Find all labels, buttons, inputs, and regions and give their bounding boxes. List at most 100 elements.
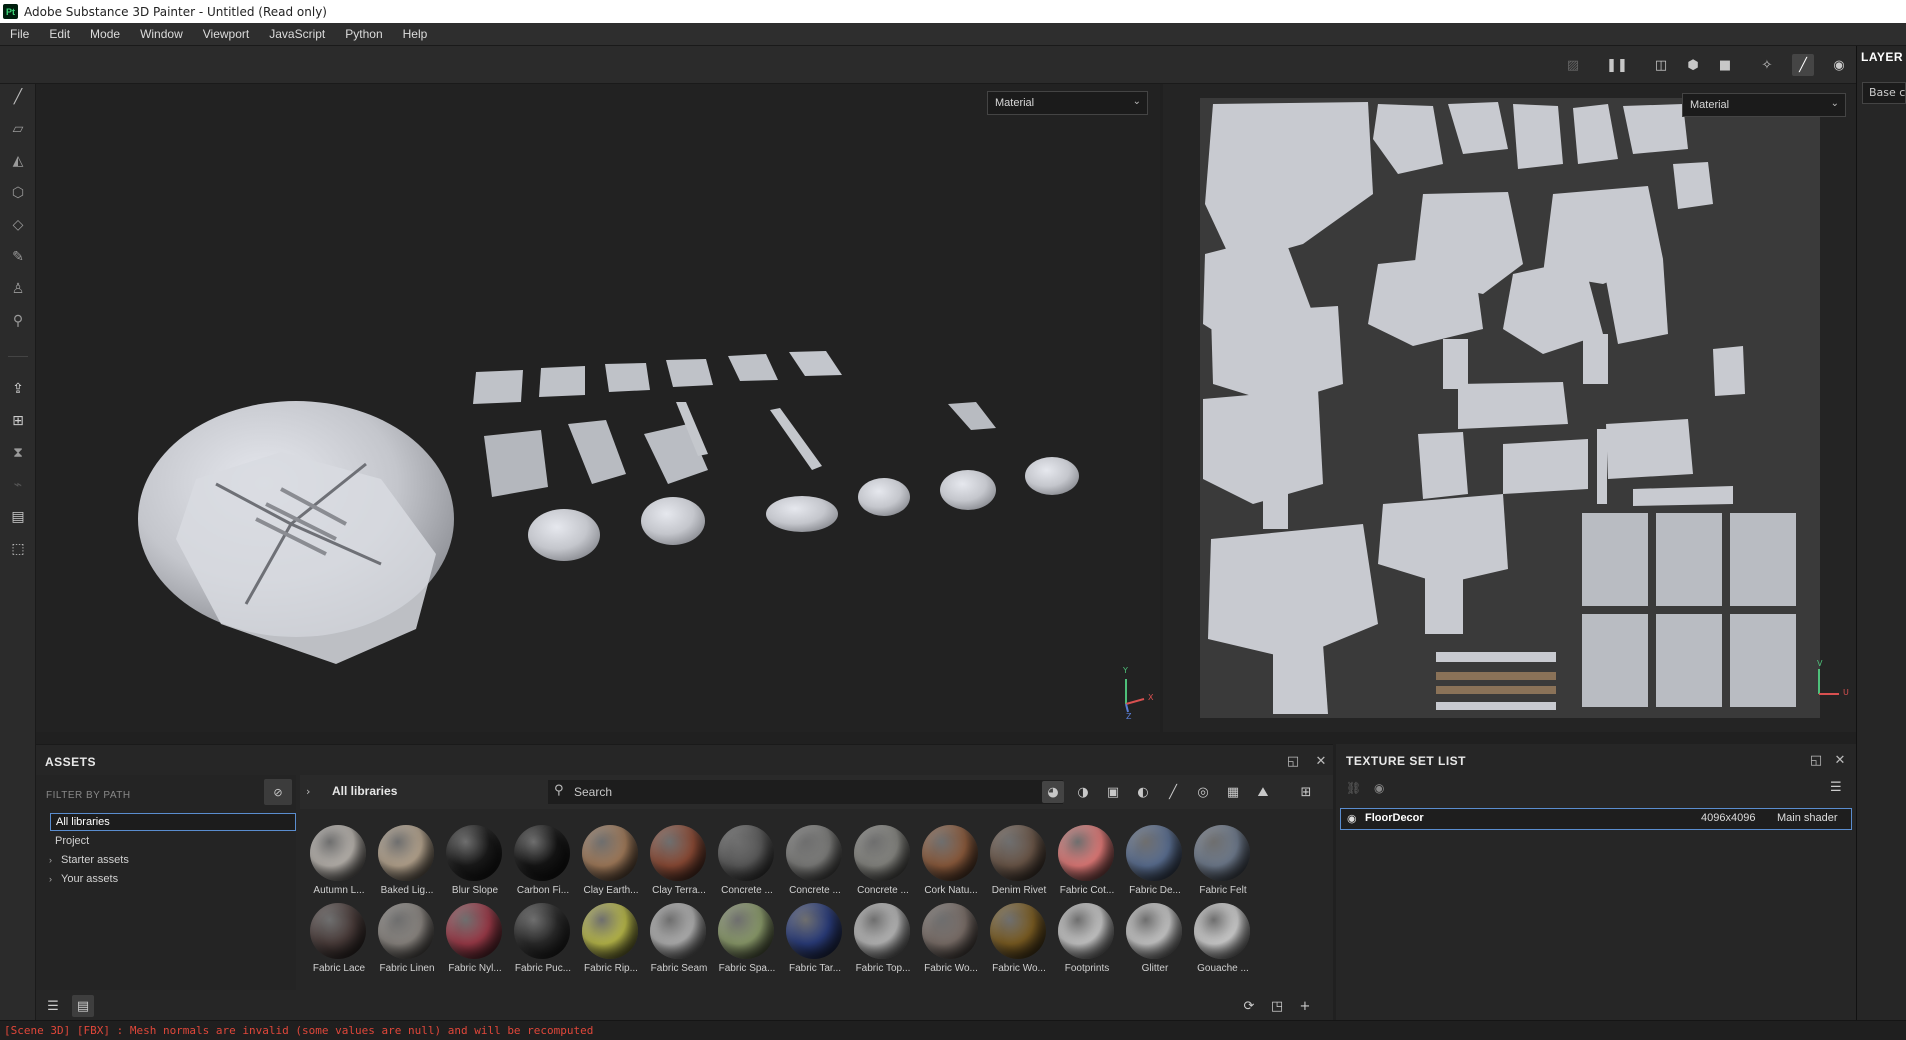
asset-tile[interactable]: Fabric Lace: [304, 903, 370, 979]
undock-icon[interactable]: ◱: [1808, 752, 1824, 768]
grid-view-icon[interactable]: ⊞: [1295, 781, 1317, 803]
camera-video-icon[interactable]: ■: [1714, 54, 1736, 76]
bake-icon[interactable]: ⊞: [7, 410, 29, 432]
axis-x-label: X: [1148, 693, 1154, 702]
paint-brush-icon[interactable]: ╱: [7, 86, 29, 108]
geometry-mask-icon[interactable]: ◇: [7, 214, 29, 236]
asset-tile[interactable]: Fabric Rip...: [576, 903, 642, 979]
undock-icon[interactable]: ◱: [1285, 753, 1301, 769]
asset-tile[interactable]: Concrete ...: [848, 825, 914, 901]
search-input[interactable]: Search: [548, 780, 1063, 804]
menu-mode[interactable]: Mode: [80, 27, 130, 41]
asset-tile[interactable]: Fabric Cot...: [1052, 825, 1118, 901]
close-icon[interactable]: ✕: [1313, 753, 1329, 769]
viewport-2d[interactable]: V U Material ⌄: [1163, 84, 1856, 732]
eye-icon[interactable]: ◉: [1347, 812, 1357, 825]
cube-view-icon[interactable]: ⬢: [1682, 54, 1704, 76]
asset-tile[interactable]: Carbon Fi...: [508, 825, 574, 901]
asset-tile[interactable]: Fabric Tar...: [780, 903, 846, 979]
document-icon[interactable]: ▤: [7, 506, 29, 528]
clone-stamp-icon[interactable]: ♙: [7, 278, 29, 300]
asset-tile[interactable]: Footprints: [1052, 903, 1118, 979]
chevron-right-icon[interactable]: ›: [306, 785, 310, 798]
asset-tile[interactable]: Glitter: [1120, 903, 1186, 979]
filter-particles-icon[interactable]: ◎: [1192, 781, 1214, 803]
asset-name: Fabric Cot...: [1059, 885, 1115, 896]
menu-window[interactable]: Window: [130, 27, 193, 41]
smudge-icon[interactable]: ✎: [7, 246, 29, 268]
base-material-select[interactable]: Base c: [1862, 82, 1906, 104]
filter-textures-icon[interactable]: ▦: [1222, 781, 1244, 803]
refresh-icon[interactable]: ⟳: [1238, 995, 1260, 1017]
menu-icon[interactable]: ☰: [1830, 780, 1842, 795]
eraser-icon[interactable]: ▱: [7, 118, 29, 140]
asset-tile[interactable]: Baked Lig...: [372, 825, 438, 901]
chevron-right-icon[interactable]: ›: [49, 855, 61, 865]
layers-tab[interactable]: LAYER: [1861, 50, 1906, 64]
filter-filters-icon[interactable]: ◐: [1132, 781, 1154, 803]
menu-viewport[interactable]: Viewport: [193, 27, 259, 41]
split-view-icon[interactable]: ◫: [1650, 54, 1672, 76]
asset-tile[interactable]: Fabric Wo...: [916, 903, 982, 979]
link-icon[interactable]: ⛓: [1346, 781, 1361, 795]
add-icon[interactable]: +: [1294, 995, 1316, 1017]
asset-tile[interactable]: Fabric De...: [1120, 825, 1186, 901]
menu-python[interactable]: Python: [335, 27, 392, 41]
asset-tile[interactable]: Fabric Nyl...: [440, 903, 506, 979]
asset-tile[interactable]: Fabric Wo...: [984, 903, 1050, 979]
menu-javascript[interactable]: JavaScript: [259, 27, 335, 41]
asset-tile[interactable]: Fabric Seam: [644, 903, 710, 979]
asset-tile[interactable]: Cork Natu...: [916, 825, 982, 901]
library-label: Your assets: [61, 873, 119, 885]
asset-tile[interactable]: Fabric Felt: [1188, 825, 1254, 901]
asset-name: Fabric Seam: [650, 963, 708, 974]
tree-view-icon[interactable]: ▤: [72, 995, 94, 1017]
texture-set-row[interactable]: ◉ FloorDecor 4096x4096 Main shader: [1340, 808, 1852, 830]
new-window-icon[interactable]: ◳: [1266, 995, 1288, 1017]
library-project[interactable]: Project: [55, 832, 89, 850]
list-view-icon[interactable]: ☰: [42, 995, 64, 1017]
library-your-assets[interactable]: › Your assets: [49, 870, 118, 888]
viewport-3d[interactable]: Y X Z Material ⌄: [36, 84, 1160, 732]
polygon-fill-icon[interactable]: ⬡: [7, 182, 29, 204]
asset-tile[interactable]: Fabric Linen: [372, 903, 438, 979]
hourglass-icon[interactable]: ⧗: [7, 442, 29, 464]
asset-tile[interactable]: Gouache ...: [1188, 903, 1254, 979]
close-icon[interactable]: ✕: [1832, 752, 1848, 768]
asset-tile[interactable]: Concrete ...: [780, 825, 846, 901]
filter-smart-materials-icon[interactable]: ◑: [1072, 781, 1094, 803]
filter-materials-icon[interactable]: ◕: [1042, 781, 1064, 803]
asset-tile[interactable]: Blur Slope: [440, 825, 506, 901]
asset-tile[interactable]: Denim Rivet: [984, 825, 1050, 901]
projection-icon[interactable]: ◭: [7, 150, 29, 172]
asset-tile[interactable]: Clay Earth...: [576, 825, 642, 901]
color-picker-icon[interactable]: ⚲: [7, 310, 29, 332]
eye-icon[interactable]: ◉: [1374, 781, 1384, 795]
asset-tile[interactable]: Fabric Puc...: [508, 903, 574, 979]
menu-file[interactable]: File: [0, 27, 39, 41]
menu-edit[interactable]: Edit: [39, 27, 80, 41]
asset-tile[interactable]: Fabric Spa...: [712, 903, 778, 979]
filter-visibility-button[interactable]: ⊘: [264, 779, 292, 805]
chevron-right-icon[interactable]: ›: [49, 874, 61, 884]
iray-icon[interactable]: ✧: [1756, 54, 1778, 76]
asset-tile[interactable]: Fabric Top...: [848, 903, 914, 979]
filter-brushes-icon[interactable]: ╱: [1162, 781, 1184, 803]
pause-icon[interactable]: ❚❚: [1606, 54, 1628, 76]
library-starter-assets[interactable]: › Starter assets: [49, 851, 129, 869]
menu-help[interactable]: Help: [393, 27, 438, 41]
filter-environments-icon[interactable]: ⛰: [1252, 781, 1274, 803]
filter-masks-icon[interactable]: ▣: [1102, 781, 1124, 803]
asset-tile[interactable]: Autumn L...: [304, 825, 370, 901]
viewport-2d-mode-select[interactable]: Material ⌄: [1682, 93, 1846, 117]
asset-tile[interactable]: Concrete ...: [712, 825, 778, 901]
link-icon[interactable]: ⌁: [7, 474, 29, 496]
library-all[interactable]: All libraries: [50, 813, 296, 831]
export-icon[interactable]: ⇪: [7, 378, 29, 400]
paint-mode-icon[interactable]: ╱: [1792, 54, 1814, 76]
hide-icon[interactable]: ▨: [1562, 54, 1584, 76]
asset-tile[interactable]: Clay Terra...: [644, 825, 710, 901]
box-icon[interactable]: ⬚: [7, 538, 29, 560]
viewport-3d-mode-select[interactable]: Material ⌄: [987, 91, 1148, 115]
screenshot-icon[interactable]: ◉: [1828, 54, 1850, 76]
